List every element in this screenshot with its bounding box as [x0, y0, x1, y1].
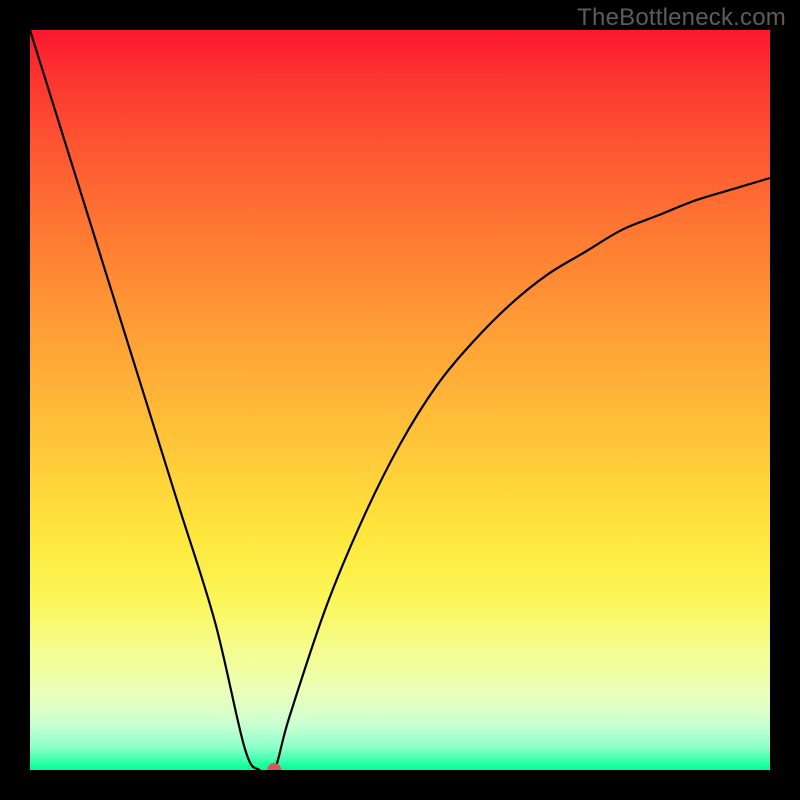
bottleneck-curve-path: [30, 30, 770, 770]
curve-layer: [30, 30, 770, 770]
plot-area: [30, 30, 770, 770]
watermark-text: TheBottleneck.com: [577, 4, 786, 32]
chart-frame: TheBottleneck.com: [0, 0, 800, 800]
minimum-marker: [267, 763, 281, 770]
